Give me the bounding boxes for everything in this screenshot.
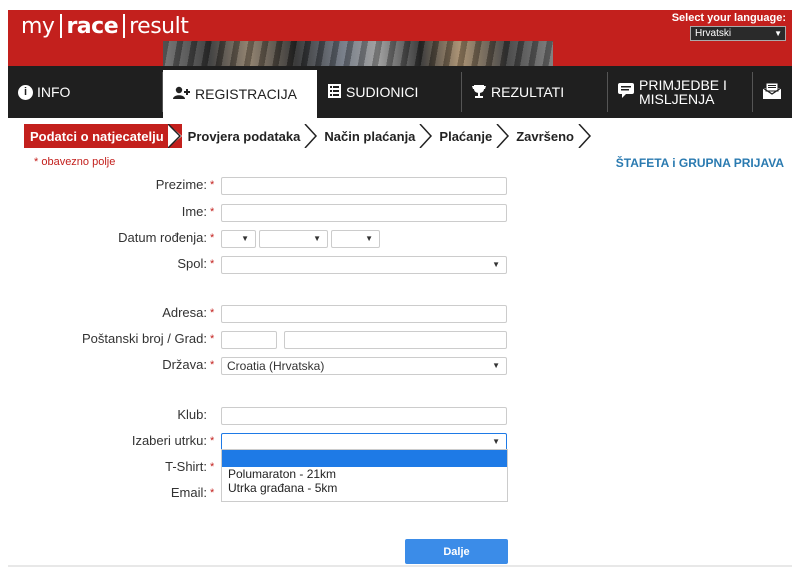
race-option[interactable]: Utrka građana - 5km	[222, 481, 507, 495]
required-mark: *	[210, 206, 215, 218]
race-option[interactable]: Polumaraton - 21km	[222, 467, 507, 481]
step-chevron-icon	[578, 124, 592, 148]
logo-word-race: race	[66, 13, 119, 39]
step-label: Provjera podataka	[187, 128, 301, 144]
drzava-label: Država:	[162, 357, 207, 372]
race-select-dropdown: Polumaraton - 21km Utrka građana - 5km	[221, 449, 508, 502]
nav-item-primjedbe[interactable]: PRIMJEDBE I MISLJENJA	[608, 72, 753, 112]
chevron-down-icon: ▼	[313, 234, 321, 243]
relay-group-registration-link[interactable]: ŠTAFETA i GRUPNA PRIJAVA	[616, 156, 784, 170]
chevron-down-icon: ▼	[774, 29, 782, 38]
nav-item-label: REGISTRACIJA	[195, 86, 297, 102]
required-mark: *	[210, 232, 215, 244]
comment-icon	[618, 83, 634, 101]
inbox-icon	[762, 82, 782, 102]
chevron-down-icon: ▼	[492, 437, 500, 446]
language-select-value: Hrvatski	[695, 28, 732, 39]
prezime-label: Prezime:	[155, 177, 207, 192]
trophy-icon	[472, 84, 486, 101]
postanski-broj-grad-label: Poštanski broj / Grad:	[82, 331, 207, 346]
ime-input[interactable]	[221, 204, 507, 222]
datum-rodjenja-label: Datum rođenja:	[118, 230, 207, 245]
required-mark: *	[210, 487, 215, 499]
logo-word-result: result	[129, 13, 189, 39]
dalje-button[interactable]: Dalje	[405, 539, 508, 564]
header-banner-photo	[163, 41, 553, 66]
step-label: Način plaćanja	[324, 128, 416, 144]
email-label: Email:	[170, 485, 207, 500]
step-nacin-placanja: Način plaćanja	[318, 124, 433, 148]
step-label: Plaćanje	[439, 128, 493, 144]
list-icon	[328, 83, 341, 101]
required-field-note: * obavezno polje	[34, 156, 116, 168]
step-label: Podatci o natjecatelju	[30, 128, 164, 144]
step-zavrseno: Završeno	[510, 124, 592, 148]
logo-separator	[123, 14, 126, 38]
klub-label: Klub:	[177, 407, 207, 422]
language-select[interactable]: Hrvatski ▼	[690, 26, 786, 41]
step-provjera: Provjera podataka	[182, 124, 319, 148]
nav-item-label: INFO	[37, 84, 71, 100]
prezime-input[interactable]	[221, 177, 507, 195]
chevron-down-icon: ▼	[241, 234, 249, 243]
step-chevron-icon	[304, 124, 318, 148]
nav-item-label-line2: MISLJENJA	[639, 91, 715, 107]
birth-day-select[interactable]: ▼	[221, 230, 256, 248]
step-chevron-icon	[419, 124, 433, 148]
step-placanje: Plaćanje	[433, 124, 510, 148]
registration-steps: Podatci o natjecatelju Provjera podataka…	[24, 124, 592, 148]
required-mark: *	[210, 333, 215, 345]
info-icon: i	[18, 84, 33, 100]
klub-input[interactable]	[221, 407, 507, 425]
adresa-label: Adresa:	[162, 305, 207, 320]
birth-month-select[interactable]: ▼	[259, 230, 328, 248]
city-input[interactable]	[284, 331, 507, 349]
required-mark: *	[210, 435, 215, 447]
step-podatci: Podatci o natjecatelju	[24, 124, 182, 148]
logo-word-my: my	[21, 13, 55, 39]
user-add-icon	[173, 86, 190, 103]
chevron-down-icon: ▼	[492, 260, 500, 269]
required-mark: *	[210, 307, 215, 319]
drzava-select-value: Croatia (Hrvatska)	[227, 359, 325, 373]
nav-item-label: PRIMJEDBE I MISLJENJA	[639, 78, 727, 106]
required-mark: *	[210, 461, 215, 473]
step-label: Završeno	[516, 128, 574, 144]
site-logo[interactable]: my race result	[21, 12, 189, 40]
site-header: my race result Select your language: Hrv…	[8, 10, 792, 66]
tshirt-label: T-Shirt:	[165, 459, 207, 474]
logo-separator	[60, 14, 63, 38]
chevron-down-icon: ▼	[365, 234, 373, 243]
spol-label: Spol:	[177, 256, 207, 271]
ime-label: Ime:	[181, 204, 207, 219]
nav-item-inbox[interactable]	[753, 72, 792, 112]
nav-item-label: REZULTATI	[491, 84, 565, 100]
spol-select[interactable]: ▼	[221, 256, 507, 274]
nav-item-sudionici[interactable]: SUDIONICI	[318, 72, 462, 112]
drzava-select[interactable]: Croatia (Hrvatska) ▼	[221, 357, 507, 375]
main-nav: i INFO REGISTRACIJA SUDIONICI REZULTATI …	[8, 66, 792, 118]
adresa-input[interactable]	[221, 305, 507, 323]
postal-code-input[interactable]	[221, 331, 277, 349]
language-label: Select your language:	[671, 12, 786, 24]
izaberi-utrku-label: Izaberi utrku:	[131, 433, 207, 448]
chevron-down-icon: ▼	[492, 361, 500, 370]
step-chevron-icon	[496, 124, 510, 148]
nav-item-registracija[interactable]: REGISTRACIJA	[163, 70, 317, 118]
birth-year-select[interactable]: ▼	[331, 230, 380, 248]
step-chevron-icon	[167, 124, 182, 148]
nav-item-info[interactable]: i INFO	[8, 72, 163, 112]
required-mark: *	[210, 359, 215, 371]
required-mark: *	[210, 179, 215, 191]
required-mark: *	[210, 258, 215, 270]
dropdown-highlighted-option[interactable]	[222, 450, 507, 467]
nav-item-label: SUDIONICI	[346, 84, 419, 100]
nav-item-rezultati[interactable]: REZULTATI	[462, 72, 608, 112]
